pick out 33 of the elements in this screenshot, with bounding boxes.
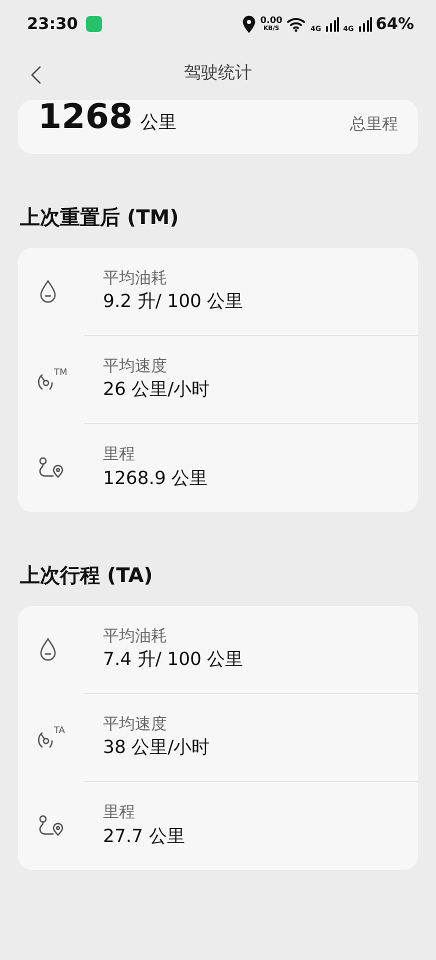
icon-label-text: TA xyxy=(54,727,65,736)
route-icon xyxy=(38,456,64,480)
stat-value: 7.4 升/ 100 公里 xyxy=(103,648,244,672)
signal-icon xyxy=(358,16,372,32)
drop-icon xyxy=(38,637,58,663)
total-label: 总里程 xyxy=(350,113,398,135)
total-value: 1268 xyxy=(38,100,133,134)
total-unit: 公里 xyxy=(140,111,177,135)
wifi-icon xyxy=(286,16,306,32)
stat-label: 平均速度 xyxy=(103,356,168,376)
route-icon xyxy=(38,814,64,838)
stat-label: 平均速度 xyxy=(103,714,168,734)
stat-value: 9.2 升/ 100 公里 xyxy=(103,290,244,314)
signal-icon xyxy=(325,16,340,32)
battery-text: 64% xyxy=(376,13,414,35)
stat-label: 平均油耗 xyxy=(103,626,168,646)
clock-text: 23:30 xyxy=(27,13,78,35)
stat-value: 1268.9 公里 xyxy=(103,466,209,491)
stat-value: 27.7 公里 xyxy=(103,824,186,849)
stat-label: 平均油耗 xyxy=(103,268,168,288)
stat-value: 38 公里/小时 xyxy=(103,736,211,760)
chat-app-icon xyxy=(86,16,102,32)
back-icon xyxy=(30,64,42,85)
stat-label: 里程 xyxy=(103,444,136,465)
icon-label-text: TM xyxy=(54,369,68,378)
section-heading: 上次重置后 (TM) xyxy=(20,204,180,231)
stat-value: 26 公里/小时 xyxy=(103,378,211,402)
network-speed-text: 0.00 xyxy=(260,16,282,26)
drop-icon xyxy=(38,279,58,305)
location-icon xyxy=(242,15,256,33)
stat-label: 里程 xyxy=(103,802,136,823)
page-title: 驾驶统计 xyxy=(184,62,252,86)
section-heading: 上次行程 (TA) xyxy=(20,562,154,589)
